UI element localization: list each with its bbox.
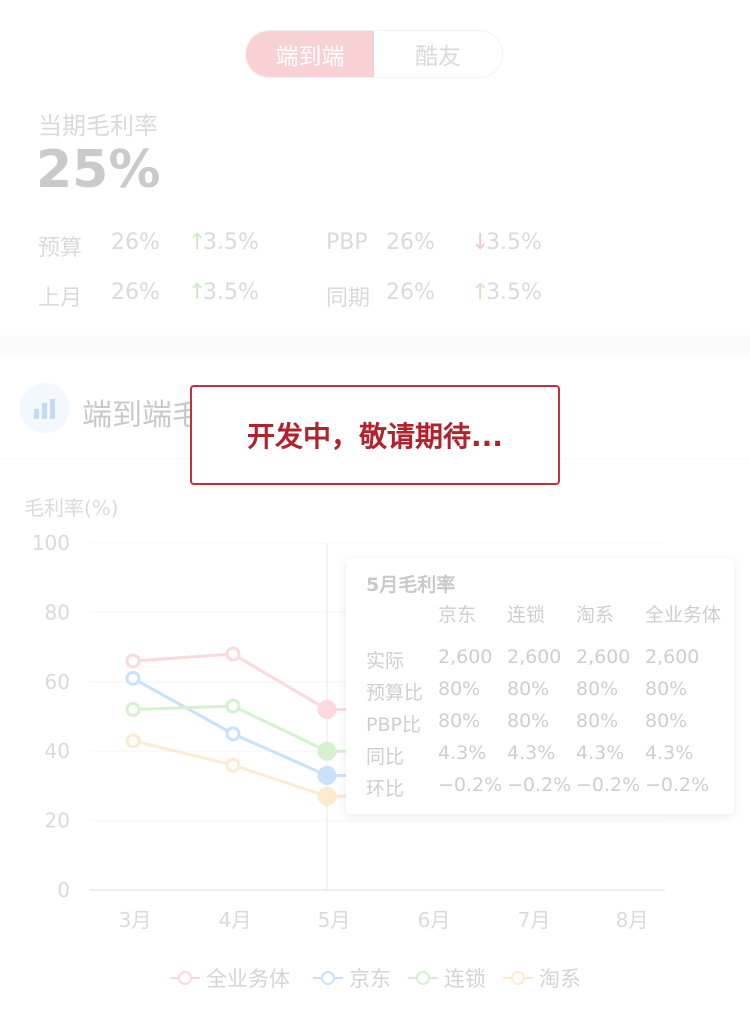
tooltip-cell: −0.2% xyxy=(576,774,641,796)
tooltip-col: 连锁 xyxy=(507,604,546,626)
y-tick-label: 20 xyxy=(45,809,70,833)
tooltip-row-label: 环比 xyxy=(366,778,405,800)
x-tick-label: 3月 xyxy=(119,908,152,932)
tooltip-cell: 4.3% xyxy=(438,742,487,764)
tooltip-cell: 80% xyxy=(507,710,550,732)
y-tick-label: 0 xyxy=(57,878,70,902)
y-tick-label: 80 xyxy=(45,600,70,624)
tooltip-cell: 4.3% xyxy=(507,742,556,764)
stat-value: 26% xyxy=(111,230,160,255)
tooltip-row-label: 同比 xyxy=(366,746,405,768)
stat-change: 3.5% xyxy=(203,230,259,255)
data-point xyxy=(125,733,141,749)
legend-marker-icon xyxy=(313,970,343,986)
tooltip-cell: 2,600 xyxy=(645,646,700,668)
y-tick-label: 100 xyxy=(32,531,70,555)
data-point xyxy=(225,726,241,742)
tooltip-cell: 80% xyxy=(576,678,619,700)
tooltip-cell: 80% xyxy=(438,710,481,732)
tooltip-row-label: PBP比 xyxy=(366,714,421,736)
legend-item[interactable]: 全业务体 xyxy=(170,962,290,994)
data-point xyxy=(317,765,337,785)
tooltip-cell: 80% xyxy=(507,678,550,700)
chart-tooltip: 5月毛利率 京东 连锁 淘系 全业务体 实际 2,600 2,600 2,600 2,6… xyxy=(346,558,734,814)
tooltip-header: 京东 连锁 淘系 全业务体 xyxy=(346,600,734,630)
data-point xyxy=(317,786,337,806)
toggle-option-kuyou[interactable]: 酷友 xyxy=(374,31,502,77)
legend-label: 连锁 xyxy=(444,967,486,991)
stat-value: 26% xyxy=(386,280,435,305)
bar-chart-icon xyxy=(20,383,70,433)
data-point xyxy=(125,670,141,686)
tooltip-row: 环比 −0.2% −0.2% −0.2% −0.2% xyxy=(346,774,734,804)
tooltip-cell: 4.3% xyxy=(645,742,694,764)
tooltip-cell: −0.2% xyxy=(507,774,572,796)
stat-label: PBP xyxy=(326,230,368,255)
tooltip-cell: 80% xyxy=(645,710,688,732)
data-point xyxy=(225,646,241,662)
legend-label: 全业务体 xyxy=(206,967,290,991)
tooltip-col: 淘系 xyxy=(576,604,615,626)
stat-label: 预算 xyxy=(38,236,83,261)
stat-change: 3.5% xyxy=(203,280,259,305)
tooltip-title: 5月毛利率 xyxy=(366,574,456,596)
kpi-label: 当期毛利率 xyxy=(38,112,158,140)
x-tick-label: 8月 xyxy=(616,908,649,932)
view-toggle[interactable]: 端到端 酷友 xyxy=(245,30,503,78)
x-tick-label: 5月 xyxy=(318,908,351,932)
legend-item[interactable]: 淘系 xyxy=(503,962,581,994)
legend-label: 淘系 xyxy=(539,967,581,991)
tooltip-cell: 80% xyxy=(438,678,481,700)
tooltip-cell: 80% xyxy=(645,678,688,700)
x-tick-label: 6月 xyxy=(418,908,451,932)
tooltip-cell: 80% xyxy=(576,710,619,732)
data-point xyxy=(225,757,241,773)
tooltip-col: 京东 xyxy=(438,604,477,626)
data-point xyxy=(225,698,241,714)
data-point xyxy=(317,741,337,761)
kpi-value: 25% xyxy=(36,140,161,200)
tooltip-row-label: 预算比 xyxy=(366,682,424,704)
legend-label: 京东 xyxy=(349,967,391,991)
x-tick-label: 7月 xyxy=(518,908,551,932)
tooltip-row: 同比 4.3% 4.3% 4.3% 4.3% xyxy=(346,742,734,772)
data-point xyxy=(125,653,141,669)
x-tick-label: 4月 xyxy=(219,908,252,932)
legend-item[interactable]: 连锁 xyxy=(408,962,486,994)
stat-change: 3.5% xyxy=(486,280,542,305)
tooltip-row: 预算比 80% 80% 80% 80% xyxy=(346,678,734,708)
chart-legend: 全业务体 京东 连锁 淘系 xyxy=(0,962,750,994)
stat-label: 上月 xyxy=(38,286,83,311)
tooltip-cell: −0.2% xyxy=(438,774,503,796)
stat-value: 26% xyxy=(386,230,435,255)
y-axis-label: 毛利率(%) xyxy=(24,496,119,520)
tooltip-col: 全业务体 xyxy=(645,604,722,626)
legend-marker-icon xyxy=(170,970,200,986)
data-point xyxy=(125,702,141,718)
tooltip-row: 实际 2,600 2,600 2,600 2,600 xyxy=(346,646,734,676)
tooltip-cell: 2,600 xyxy=(507,646,562,668)
stat-change: 3.5% xyxy=(486,230,542,255)
y-tick-label: 60 xyxy=(45,670,70,694)
legend-marker-icon xyxy=(408,970,438,986)
tooltip-cell: −0.2% xyxy=(645,774,710,796)
data-point xyxy=(317,700,337,720)
tooltip-row: PBP比 80% 80% 80% 80% xyxy=(346,710,734,740)
section-divider xyxy=(0,335,750,357)
tooltip-cell: 4.3% xyxy=(576,742,625,764)
stat-value: 26% xyxy=(111,280,160,305)
legend-item[interactable]: 京东 xyxy=(313,962,391,994)
tooltip-cell: 2,600 xyxy=(576,646,631,668)
legend-marker-icon xyxy=(503,970,533,986)
y-tick-label: 40 xyxy=(45,739,70,763)
tooltip-row-label: 实际 xyxy=(366,650,405,672)
tooltip-cell: 2,600 xyxy=(438,646,493,668)
under-development-notice: 开发中，敬请期待... xyxy=(190,385,560,485)
stat-label: 同期 xyxy=(326,286,371,311)
toggle-option-end-to-end[interactable]: 端到端 xyxy=(246,31,374,77)
